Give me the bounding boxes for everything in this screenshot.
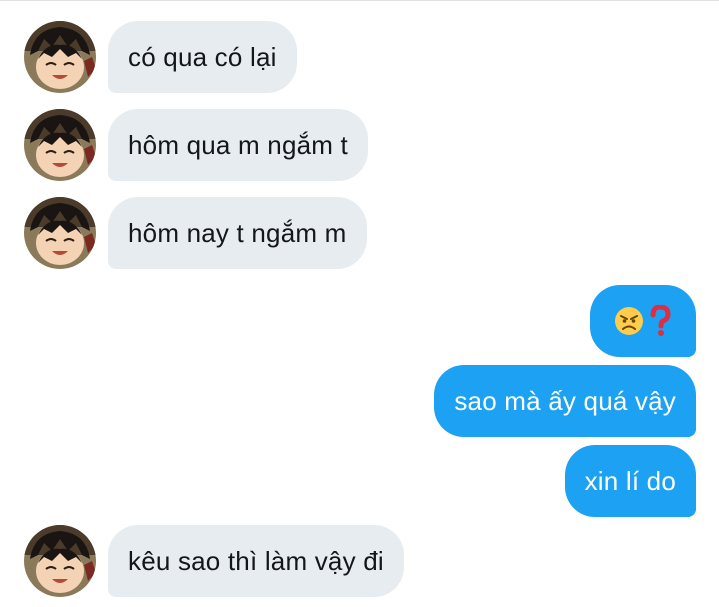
message-text: xin lí do: [584, 465, 676, 496]
sender-avatar[interactable]: [24, 109, 96, 181]
message-text: hôm nay t ngắm m: [128, 217, 347, 248]
message-bubble-incoming[interactable]: có qua có lại: [108, 21, 297, 93]
message-bubble-outgoing[interactable]: xin lí do: [564, 445, 696, 517]
red-question-mark-icon: [650, 305, 671, 336]
message-text: kêu sao thì làm vậy đi: [128, 545, 384, 576]
avatar-image: [24, 525, 96, 597]
avatar-image: [24, 21, 96, 93]
avatar-image: [24, 197, 96, 269]
message-bubble-outgoing[interactable]: [590, 285, 696, 357]
sender-avatar[interactable]: [24, 197, 96, 269]
message-bubble-incoming[interactable]: hôm nay t ngắm m: [108, 197, 367, 269]
sender-avatar[interactable]: [24, 21, 96, 93]
message-text: hôm qua m ngắm t: [128, 129, 348, 160]
avatar-image: [24, 109, 96, 181]
message-text: có qua có lại: [128, 41, 277, 72]
message-bubble-outgoing[interactable]: sao mà ấy quá vậy: [434, 365, 696, 437]
sender-avatar[interactable]: [24, 525, 96, 597]
message-bubble-incoming[interactable]: kêu sao thì làm vậy đi: [108, 525, 404, 597]
message-text: sao mà ấy quá vậy: [454, 385, 676, 416]
top-divider: [0, 0, 719, 1]
angry-face-icon: [615, 307, 643, 335]
message-bubble-incoming[interactable]: hôm qua m ngắm t: [108, 109, 368, 181]
